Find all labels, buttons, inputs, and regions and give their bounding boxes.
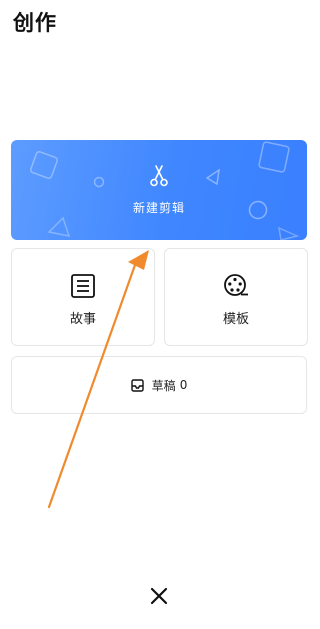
new-edit-label: 新建剪辑 [132, 201, 185, 215]
scissors-icon [150, 165, 168, 187]
drafts-count: 0 [179, 378, 188, 392]
story-label: 故事 [69, 312, 96, 327]
story-tile[interactable]: 故事 [11, 248, 155, 346]
template-tile[interactable]: 模板 [164, 248, 308, 346]
close-icon[interactable] [146, 583, 172, 609]
article-icon [71, 274, 95, 298]
drafts-button[interactable]: 草稿 0 [11, 356, 307, 414]
new-edit-button[interactable]: 新建剪辑 [11, 140, 307, 240]
page-title: 创作 [13, 11, 57, 35]
inbox-icon [130, 378, 144, 392]
template-label: 模板 [222, 312, 249, 327]
decorative-shapes [29, 141, 300, 240]
drafts-label: 草稿 [151, 378, 176, 393]
film-reel-icon [224, 274, 248, 296]
